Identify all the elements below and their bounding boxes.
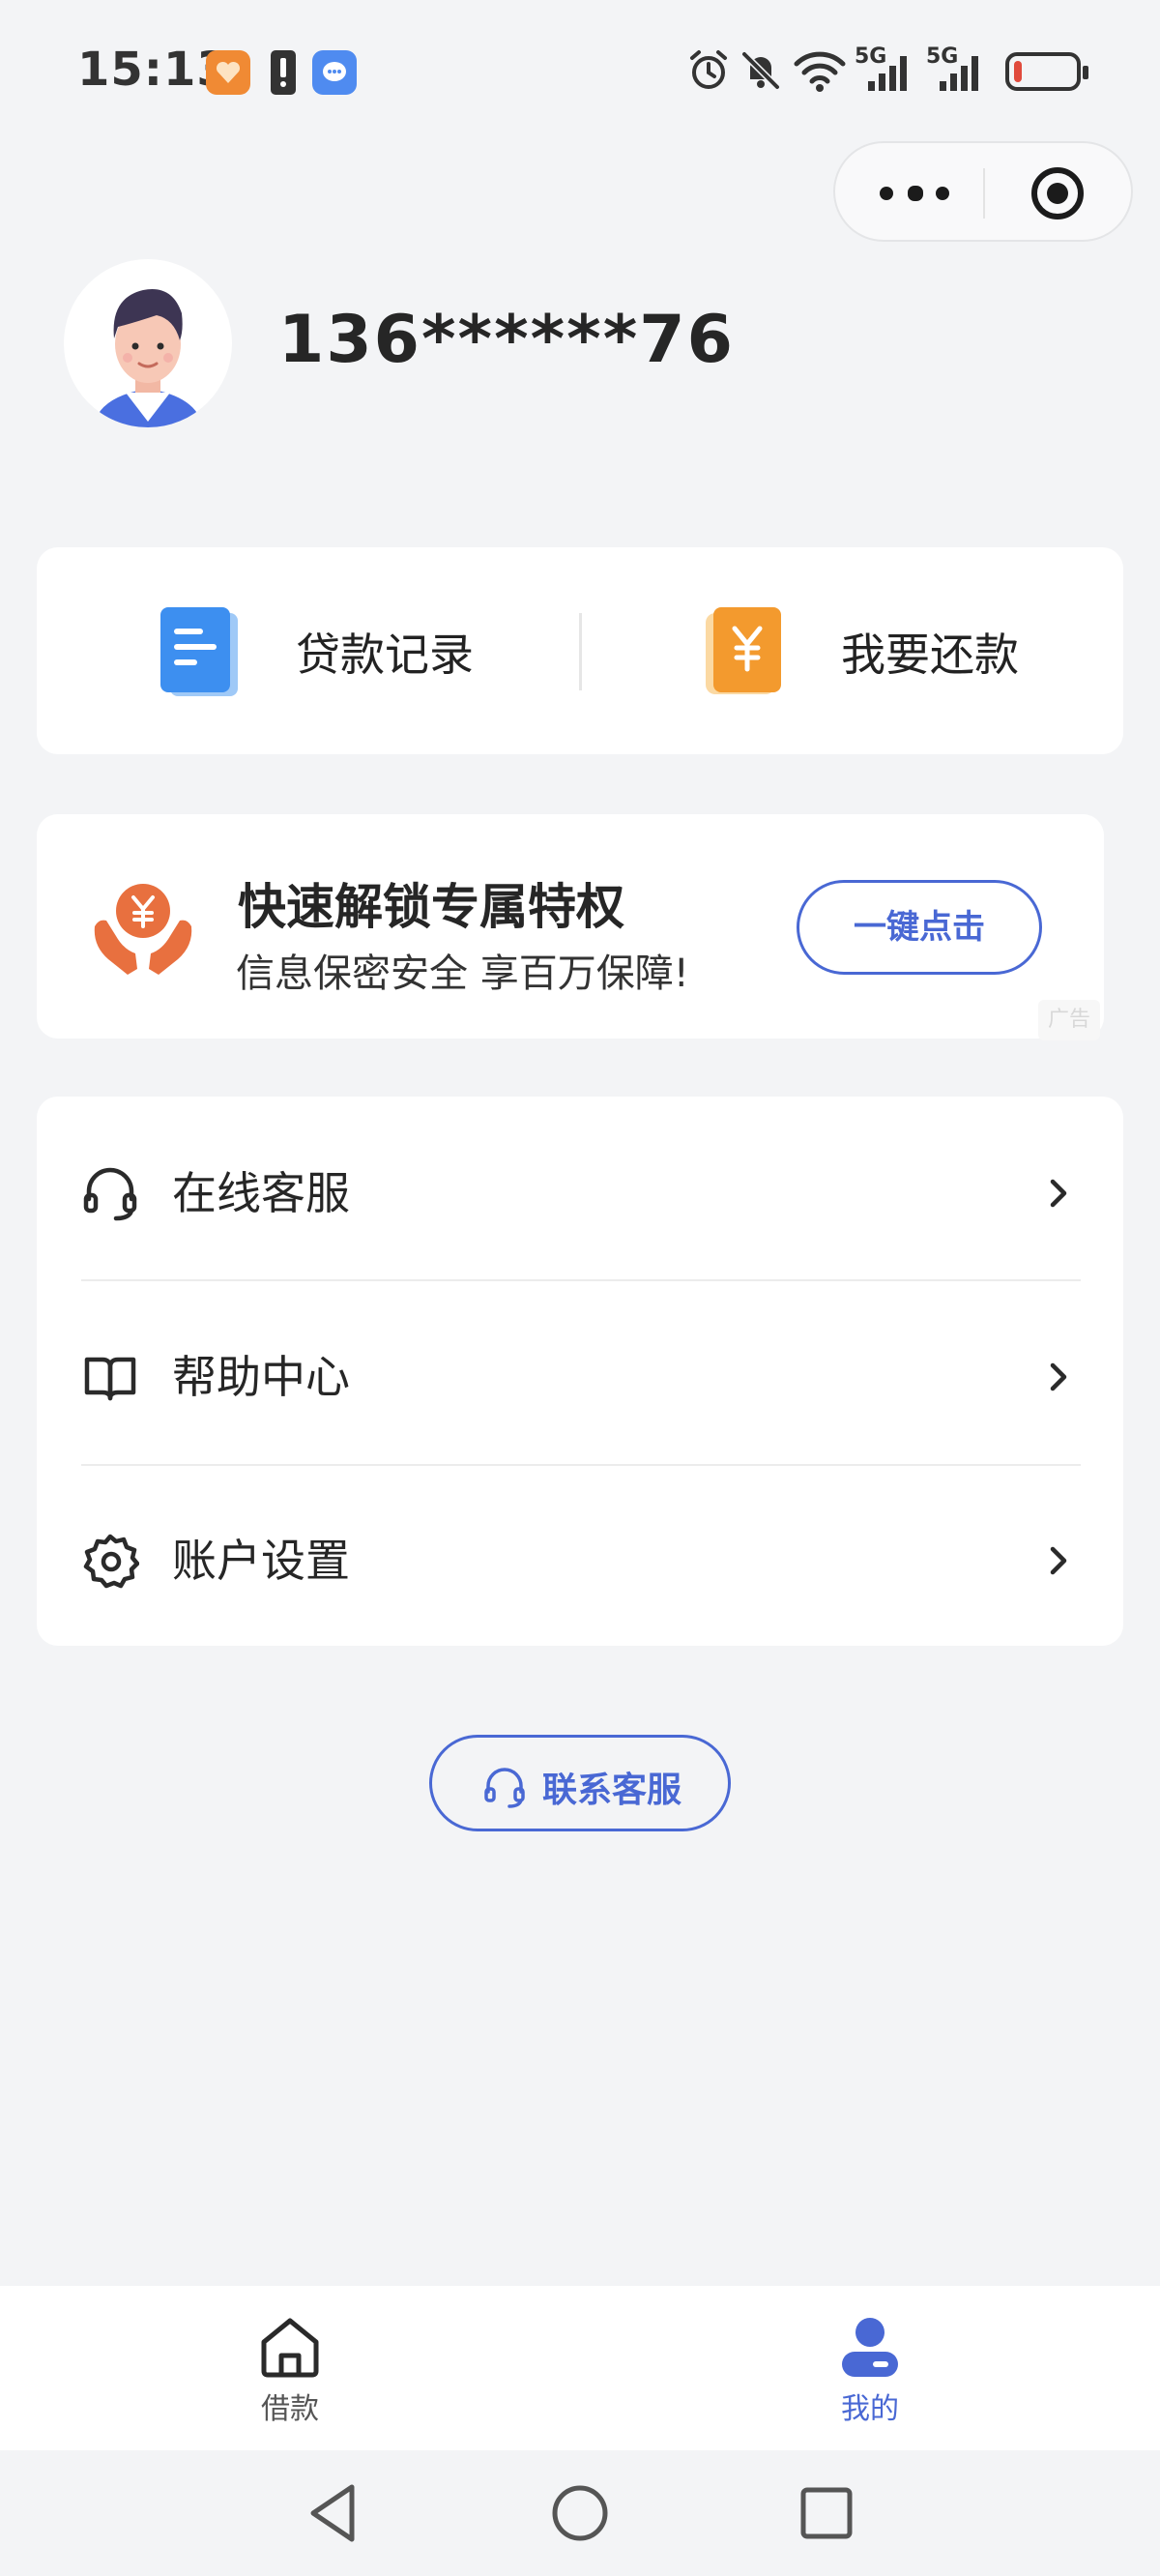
status-bar: 15:13 5G 5G bbox=[0, 0, 1160, 135]
book-icon bbox=[84, 1357, 136, 1401]
signal-icon bbox=[940, 56, 978, 91]
headset-icon bbox=[484, 1768, 525, 1808]
menu-item-online-service[interactable]: 在线客服 bbox=[37, 1097, 1123, 1280]
promo-card[interactable]: 快速解锁专属特权 信息保密安全 享百万保障! 一键点击 bbox=[37, 814, 1104, 1039]
system-nav-bar bbox=[0, 2450, 1160, 2576]
more-options-icon[interactable] bbox=[876, 170, 953, 217]
ad-tag: 广告 bbox=[1038, 1000, 1100, 1040]
gear-icon bbox=[83, 1534, 139, 1589]
avatar[interactable] bbox=[64, 259, 232, 427]
menu-label: 账户设置 bbox=[172, 1535, 350, 1587]
back-icon[interactable] bbox=[290, 2470, 377, 2557]
mini-program-capsule bbox=[833, 141, 1133, 242]
battery-level bbox=[1014, 61, 1022, 82]
tab-mine[interactable]: 我的 bbox=[773, 2315, 967, 2441]
recents-icon[interactable] bbox=[783, 2470, 870, 2557]
phone-number: 136******76 bbox=[278, 302, 735, 378]
wifi-icon bbox=[794, 51, 846, 92]
loan-records-button[interactable]: 贷款记录 bbox=[157, 605, 474, 698]
health-app-icon bbox=[206, 50, 250, 95]
capsule-divider bbox=[983, 168, 985, 219]
repay-label: 我要还款 bbox=[841, 629, 1019, 681]
yuan-wallet-icon bbox=[706, 607, 781, 694]
message-app-icon bbox=[312, 50, 357, 95]
home-circle-icon[interactable] bbox=[536, 2470, 624, 2557]
signal-icon bbox=[868, 56, 907, 91]
menu-card: 在线客服 帮助中心 账户设置 bbox=[37, 1097, 1123, 1646]
close-mini-program-icon[interactable] bbox=[1029, 164, 1087, 222]
loan-records-label: 贷款记录 bbox=[296, 629, 474, 681]
contact-service-button[interactable]: 联系客服 bbox=[429, 1735, 731, 1831]
battery-warning-icon bbox=[271, 50, 296, 95]
promo-subtitle: 信息保密安全 享百万保障! bbox=[236, 951, 689, 996]
menu-item-account-settings[interactable]: 账户设置 bbox=[37, 1464, 1123, 1648]
headset-icon bbox=[83, 1167, 137, 1221]
document-icon bbox=[160, 607, 238, 696]
quick-divider bbox=[579, 613, 582, 690]
menu-label: 在线客服 bbox=[172, 1167, 350, 1219]
tab-label: 我的 bbox=[841, 2392, 899, 2426]
user-icon bbox=[842, 2318, 898, 2377]
contact-service-label: 联系客服 bbox=[542, 1771, 682, 1810]
chevron-right-icon bbox=[1050, 1362, 1067, 1391]
menu-item-help-center[interactable]: 帮助中心 bbox=[37, 1280, 1123, 1464]
home-icon bbox=[261, 2318, 319, 2378]
chevron-right-icon bbox=[1050, 1546, 1067, 1575]
tab-label: 借款 bbox=[261, 2392, 319, 2426]
battery-icon bbox=[1005, 52, 1088, 91]
menu-label: 帮助中心 bbox=[172, 1351, 350, 1403]
chevron-right-icon bbox=[1050, 1179, 1067, 1208]
mute-bell-icon bbox=[741, 51, 780, 90]
promo-title: 快速解锁专属特权 bbox=[238, 879, 624, 935]
tab-loan[interactable]: 借款 bbox=[193, 2315, 387, 2441]
hands-yuan-icon bbox=[94, 884, 192, 975]
repay-button[interactable]: 我要还款 bbox=[702, 605, 1019, 698]
alarm-icon bbox=[690, 50, 727, 89]
quick-actions-card: 贷款记录 我要还款 bbox=[37, 547, 1123, 754]
avatar-illustration bbox=[93, 289, 203, 427]
tab-bar: 借款 我的 bbox=[0, 2286, 1160, 2450]
promo-cta-button[interactable]: 一键点击 bbox=[797, 880, 1042, 975]
